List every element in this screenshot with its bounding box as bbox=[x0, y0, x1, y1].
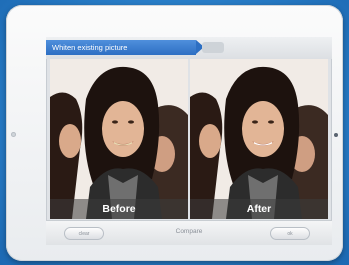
before-photo: Before bbox=[50, 59, 188, 219]
after-photo-image bbox=[190, 59, 328, 219]
after-photo: After bbox=[190, 59, 328, 219]
before-label: Before bbox=[50, 199, 188, 219]
screen-title: Whiten existing picture bbox=[46, 40, 204, 55]
title-tab-placeholder bbox=[202, 42, 224, 53]
tablet-frame: Whiten existing picture Before After cle… bbox=[6, 5, 343, 261]
app-screen: Whiten existing picture Before After cle… bbox=[46, 37, 332, 245]
after-label: After bbox=[190, 199, 328, 219]
camera-icon bbox=[11, 132, 16, 137]
bottom-toolbar: clear Compare ok bbox=[46, 220, 332, 245]
before-photo-image bbox=[50, 59, 188, 219]
ok-button[interactable]: ok bbox=[270, 227, 310, 240]
title-bar: Whiten existing picture bbox=[46, 37, 332, 59]
home-button[interactable] bbox=[334, 133, 338, 137]
